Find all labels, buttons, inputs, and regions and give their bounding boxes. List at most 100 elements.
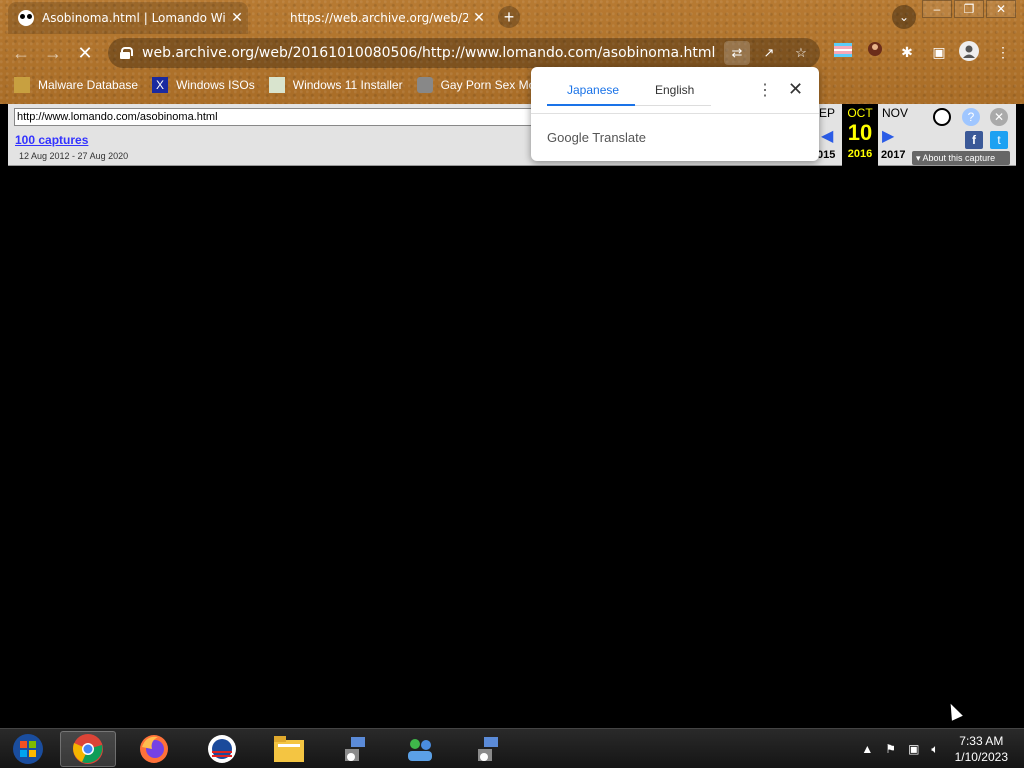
clock-date: 1/10/2023 [954, 750, 1008, 764]
firefox-icon [140, 735, 168, 763]
system-tray: ▲ ⚑ ▣ 🔈︎ 7:33 AM 1/10/2023 [855, 729, 1024, 768]
tab-title: https://web.archive.org/web/20 [290, 11, 468, 25]
current-year: 2016 [847, 148, 873, 160]
new-tab-button[interactable]: + [498, 6, 520, 28]
google-translate-brand: Google Translate [547, 130, 647, 145]
tab-search-button[interactable]: ⌄ [892, 5, 916, 29]
folder-icon [274, 736, 304, 762]
users-icon [408, 739, 432, 761]
translate-icon[interactable]: ⇄ [724, 41, 750, 65]
taskbar-firefox[interactable] [126, 731, 182, 767]
taskbar-network-setup[interactable] [327, 731, 383, 767]
wayback-url-input[interactable]: http://www.lomando.com/asobinoma.html [14, 108, 534, 126]
lock-icon [120, 47, 133, 59]
bookmark-windows-isos[interactable]: X Windows ISOs [152, 77, 255, 93]
current-month: OCT [847, 106, 873, 120]
start-orb-icon [13, 734, 43, 764]
close-tab-icon[interactable]: ✕ [226, 10, 248, 26]
x-favicon-icon: X [152, 77, 169, 93]
clock-time: 7:33 AM [959, 734, 1004, 748]
panda-favicon-icon [18, 10, 34, 26]
windows-taskbar: ▲ ⚑ ▣ 🔈︎ 7:33 AM 1/10/2023 [0, 728, 1024, 768]
page-content [0, 168, 1024, 728]
translate-tab-english[interactable]: English [655, 83, 694, 97]
bookmark-label: Windows ISOs [176, 78, 255, 92]
share-icon[interactable]: ↗ [756, 41, 782, 65]
tab-divider [635, 105, 711, 106]
minimize-button[interactable]: – [922, 0, 952, 18]
prev-capture-arrow-icon[interactable]: ◀ [821, 126, 833, 146]
bookmark-malware-database[interactable]: Malware Database [14, 77, 138, 93]
next-year-label[interactable]: 2017 [881, 149, 905, 161]
url-text: web.archive.org/web/20161010080506/http:… [142, 45, 716, 61]
network-installer-icon [478, 737, 498, 761]
network-icon[interactable]: ▣ [908, 742, 919, 756]
address-bar[interactable]: web.archive.org/web/20161010080506/http:… [108, 38, 820, 68]
taskbar-obama-icon[interactable] [194, 731, 250, 767]
volume-icon[interactable]: 🔈︎ [931, 742, 938, 757]
facebook-icon[interactable]: f [965, 131, 983, 149]
window-controls: – ❐ ✕ [920, 0, 1016, 18]
network-installer-icon [345, 737, 365, 761]
tab-web-archive[interactable]: https://web.archive.org/web/20 ✕ [262, 2, 490, 34]
next-month-label[interactable]: NOV [882, 106, 908, 120]
translate-options-icon[interactable]: ⋮ [757, 80, 773, 100]
taskbar-chrome[interactable] [60, 731, 116, 767]
close-window-button[interactable]: ✕ [986, 0, 1016, 18]
pride-extension-icon[interactable] [832, 41, 854, 63]
tab-strip: Asobinoma.html | Lomando Wiki | ✕ https:… [0, 0, 1024, 34]
stop-loading-button[interactable]: ✕ [74, 42, 96, 64]
bookmarks-bar: Malware Database X Windows ISOs Windows … [0, 72, 1024, 98]
close-tab-icon[interactable]: ✕ [468, 10, 490, 26]
taskbar-file-explorer[interactable] [261, 731, 317, 767]
extensions-puzzle-icon[interactable]: ✱ [896, 41, 918, 63]
bookmark-label: Windows 11 Installer [292, 78, 403, 92]
action-center-flag-icon[interactable]: ⚑ [885, 742, 896, 756]
back-button[interactable]: ← [10, 42, 32, 64]
help-icon[interactable]: ? [962, 108, 980, 126]
bookmark-star-icon[interactable]: ☆ [788, 41, 814, 65]
current-capture-date: OCT 10 2016 [842, 104, 878, 166]
show-hidden-icons-icon[interactable]: ▲ [861, 742, 873, 756]
chrome-icon [73, 734, 103, 764]
tab-lomando-wiki[interactable]: Asobinoma.html | Lomando Wiki | ✕ [8, 2, 248, 34]
forward-button[interactable]: → [42, 42, 64, 64]
side-panel-icon[interactable]: ▣ [928, 41, 950, 63]
chrome-menu-icon[interactable]: ⋮ [992, 41, 1014, 63]
start-button[interactable] [0, 731, 56, 767]
taskbar-users[interactable] [392, 731, 448, 767]
browser-chrome: Asobinoma.html | Lomando Wiki | ✕ https:… [0, 0, 1024, 104]
prev-month-label[interactable]: EP [819, 106, 835, 120]
user-account-icon[interactable] [933, 108, 951, 126]
next-capture-arrow-icon[interactable]: ▶ [882, 126, 894, 146]
current-day: 10 [847, 120, 873, 145]
capture-date-range: 12 Aug 2012 - 27 Aug 2020 [19, 151, 129, 161]
campaign-logo-icon [208, 735, 236, 763]
system-clock[interactable]: 7:33 AM 1/10/2023 [955, 733, 1008, 765]
twitter-icon[interactable]: t [990, 131, 1008, 149]
bookmark-gay-porn-sex-mov[interactable]: Gay Porn Sex Mov [416, 77, 542, 93]
wayback-toolbar: http://www.lomando.com/asobinoma.html 10… [8, 104, 1016, 166]
account-avatar-icon[interactable] [958, 41, 980, 63]
google-translate-popup: Japanese English ⋮ ✕ Google Translate [531, 67, 819, 161]
installer-favicon-icon [268, 77, 285, 93]
movie-favicon-icon [416, 77, 433, 93]
profile-extension-icon[interactable] [864, 41, 886, 63]
captures-link[interactable]: 100 captures [15, 133, 88, 147]
bookmark-label: Gay Porn Sex Mov [440, 78, 542, 92]
tab-title: Asobinoma.html | Lomando Wiki | [42, 11, 226, 25]
translate-close-icon[interactable]: ✕ [788, 79, 803, 100]
popup-separator [531, 113, 819, 114]
active-tab-indicator [547, 104, 635, 106]
bookmark-label: Malware Database [38, 78, 139, 92]
about-capture-label: About this capture [922, 153, 996, 163]
malware-favicon-icon [14, 77, 30, 93]
prev-year-label[interactable]: 015 [817, 149, 835, 161]
close-wayback-icon[interactable]: ✕ [990, 108, 1008, 126]
about-capture-dropdown[interactable]: ▾ About this capture [912, 151, 1010, 165]
bookmark-windows-11-installer[interactable]: Windows 11 Installer [268, 77, 403, 93]
omnibox-actions: ⇄ ↗ ☆ [724, 41, 814, 65]
restore-button[interactable]: ❐ [954, 0, 984, 18]
taskbar-network-setup-2[interactable] [460, 731, 516, 767]
translate-tab-japanese[interactable]: Japanese [567, 83, 619, 97]
